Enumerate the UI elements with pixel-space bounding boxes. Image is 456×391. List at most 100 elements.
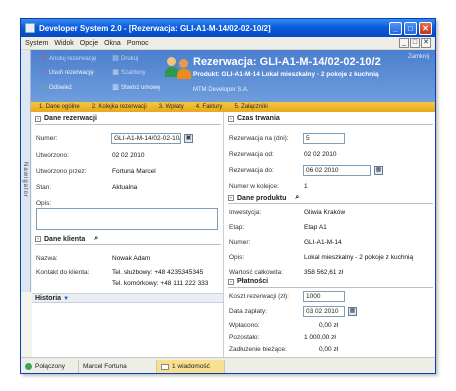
zadluzenie-value: 0,00 zł bbox=[319, 346, 339, 353]
cancel-icon: ✕ bbox=[40, 55, 47, 62]
navigator-label: Nawigator bbox=[22, 162, 28, 199]
utworzono-label: Utworzono: bbox=[36, 152, 69, 159]
drukuj-label: Drukuj bbox=[121, 55, 139, 62]
stan-value: Aktualna bbox=[112, 184, 138, 191]
usun-button[interactable]: ▪ Usuń rezerwację bbox=[40, 69, 94, 76]
wplacono-label: Wpłacono: bbox=[229, 322, 260, 329]
dane-produktu-title: Dane produktu bbox=[237, 194, 287, 202]
koszt-input[interactable]: 1000 bbox=[303, 291, 345, 302]
drukuj-button[interactable]: ▤ Drukuj bbox=[112, 55, 138, 62]
tab-faktury[interactable]: 4. Faktury bbox=[196, 104, 223, 110]
window-title: Developer System 2.0 - [Rezerwacja: GLI-… bbox=[39, 23, 271, 33]
stan-label: Stan: bbox=[36, 184, 52, 191]
title-bar[interactable]: Developer System 2.0 - [Rezerwacja: GLI-… bbox=[21, 19, 435, 37]
rez-od-value: 02 02 2010 bbox=[304, 151, 337, 158]
numer-field[interactable]: GLI-A1-M-14/02-02-10/2 bbox=[111, 133, 181, 144]
usun-label: Usuń rezerwację bbox=[49, 69, 94, 76]
chevron-down-icon: ▼ bbox=[63, 296, 70, 302]
section-divider bbox=[228, 287, 433, 288]
dane-rezerwacji-header[interactable]: - Dane rezerwacji bbox=[35, 115, 97, 122]
dane-klienta-title: Dane klienta bbox=[44, 235, 86, 243]
data-zaplaty-input[interactable]: 03 02 2010 bbox=[303, 306, 345, 317]
section-divider bbox=[228, 203, 433, 204]
rez-dni-label: Rezerwacja na (dni): bbox=[229, 135, 289, 142]
section-divider bbox=[228, 124, 433, 125]
search-icon[interactable]: ⌕ bbox=[295, 194, 299, 202]
menu-pomoc[interactable]: Pomoc bbox=[127, 40, 149, 47]
minimize-button[interactable]: _ bbox=[389, 21, 402, 35]
menu-system[interactable]: System bbox=[25, 40, 48, 47]
stworz-umowe-label: Stwórz umowę bbox=[121, 84, 161, 91]
tab-dane-ogolne[interactable]: 1. Dane ogólne bbox=[39, 104, 80, 110]
close-view-link[interactable]: Zamknij bbox=[408, 54, 429, 60]
produkt-opis-value: Lokal mieszkalny - 2 pokoje z kuchnią bbox=[304, 254, 414, 261]
utworzono-przez-value: Fortuna Marcel bbox=[112, 168, 156, 175]
rez-dni-input[interactable]: 5 bbox=[303, 133, 345, 144]
inwestycja-value: Gliwia Kraków bbox=[304, 209, 346, 216]
menu-opcje[interactable]: Opcje bbox=[80, 40, 98, 47]
app-window: Developer System 2.0 - [Rezerwacja: GLI-… bbox=[20, 18, 436, 374]
calendar-icon[interactable]: ▦ bbox=[348, 307, 357, 316]
utworzono-przez-label: Utworzono przez: bbox=[36, 168, 87, 175]
maximize-button[interactable]: □ bbox=[404, 21, 417, 35]
produkt-numer-label: Numer: bbox=[229, 239, 251, 246]
czas-trwania-header[interactable]: - Czas trwania bbox=[228, 115, 280, 122]
messages-label: 1 wiadomość bbox=[172, 363, 210, 370]
copy-icon[interactable]: ▣ bbox=[184, 134, 193, 143]
close-button[interactable]: ✕ bbox=[419, 21, 432, 35]
dane-produktu-header[interactable]: - Dane produktu ⌕ bbox=[228, 194, 299, 202]
tab-kolejka-rezerwacji[interactable]: 2. Kolejka rezerwacji bbox=[92, 104, 147, 110]
odswiez-label: Odśwież bbox=[49, 84, 73, 91]
anuluj-label: Anuluj rezerwację bbox=[49, 55, 97, 62]
product-subtitle: Produkt: GLI-A1-M-14 Lokal mieszkalny - … bbox=[193, 71, 379, 78]
rez-od-label: Rezerwacja od: bbox=[229, 151, 274, 158]
calendar-icon[interactable]: ▦ bbox=[374, 166, 383, 175]
navigator-strip[interactable]: Nawigator bbox=[21, 50, 31, 292]
delete-icon: ▪ bbox=[42, 69, 45, 76]
szablony-button[interactable]: ▦ Szablony bbox=[112, 69, 146, 76]
templates-icon: ▦ bbox=[112, 69, 119, 76]
pozostalo-value: 1 000,00 zł bbox=[304, 334, 336, 341]
platnosci-title: Płatności bbox=[237, 278, 269, 285]
messages-status[interactable]: 1 wiadomość bbox=[157, 359, 225, 373]
kolejka-label: Numer w kolejce: bbox=[229, 183, 279, 190]
reservation-header: ✕ Anuluj rezerwację ▤ Drukuj ▪ Usuń reze… bbox=[21, 50, 435, 102]
rez-do-input[interactable]: 06 02 2010 bbox=[303, 165, 371, 176]
kolejka-value: 1 bbox=[304, 183, 308, 190]
stworz-umowe-button[interactable]: ▥ Stwórz umowę bbox=[112, 84, 160, 91]
platnosci-header[interactable]: - Płatności bbox=[228, 278, 268, 285]
menu-okna[interactable]: Okna bbox=[104, 40, 121, 47]
inwestycja-label: Inwestycja: bbox=[229, 209, 262, 216]
user-label: Marcel Fortuna bbox=[83, 363, 127, 370]
produkt-numer-value: GLI-A1-M-14 bbox=[304, 239, 342, 246]
left-column: - Dane rezerwacji Numer: GLI-A1-M-14/02-… bbox=[32, 112, 224, 357]
tab-wplaty[interactable]: 3. Wpłaty bbox=[159, 104, 184, 110]
czas-trwania-title: Czas trwania bbox=[237, 115, 280, 122]
odswiez-button[interactable]: ↻ Odśwież bbox=[40, 84, 72, 91]
tab-zalaczniki[interactable]: 5. Załączniki bbox=[234, 104, 267, 110]
mdi-controls: _ □ ✕ bbox=[399, 38, 431, 48]
envelope-icon bbox=[161, 363, 169, 370]
mdi-minimize-button[interactable]: _ bbox=[399, 38, 409, 48]
szablony-label: Szablony bbox=[121, 69, 146, 76]
step-tabs: 1. Dane ogólne 2. Kolejka rezerwacji 3. … bbox=[21, 102, 435, 112]
app-icon bbox=[25, 23, 35, 33]
mdi-close-button[interactable]: ✕ bbox=[421, 38, 431, 48]
etap-value: Etap A1 bbox=[304, 224, 327, 231]
tel-sluzbowy: Tel. służbowy: +48 4235345345 bbox=[112, 269, 204, 276]
connection-icon bbox=[25, 363, 32, 370]
anuluj-button[interactable]: ✕ Anuluj rezerwację bbox=[40, 55, 97, 62]
window-controls: _ □ ✕ bbox=[389, 21, 432, 35]
status-bar: Połączony Marcel Fortuna 1 wiadomość bbox=[21, 357, 435, 373]
utworzono-value: 02 02 2010 bbox=[112, 152, 145, 159]
historia-bar[interactable]: Historia ▼ bbox=[32, 293, 223, 303]
menu-widok[interactable]: Widok bbox=[54, 40, 73, 47]
connection-label: Połączony bbox=[35, 363, 65, 370]
mdi-restore-button[interactable]: □ bbox=[410, 38, 420, 48]
pozostalo-label: Pozostało: bbox=[229, 334, 260, 341]
opis-textarea[interactable] bbox=[36, 208, 218, 230]
dane-rezerwacji-title: Dane rezerwacji bbox=[44, 115, 97, 122]
search-icon[interactable]: ⌕ bbox=[94, 235, 98, 243]
nazwa-label: Nazwa: bbox=[36, 255, 58, 262]
dane-klienta-header[interactable]: - Dane klienta ⌕ bbox=[35, 235, 98, 243]
